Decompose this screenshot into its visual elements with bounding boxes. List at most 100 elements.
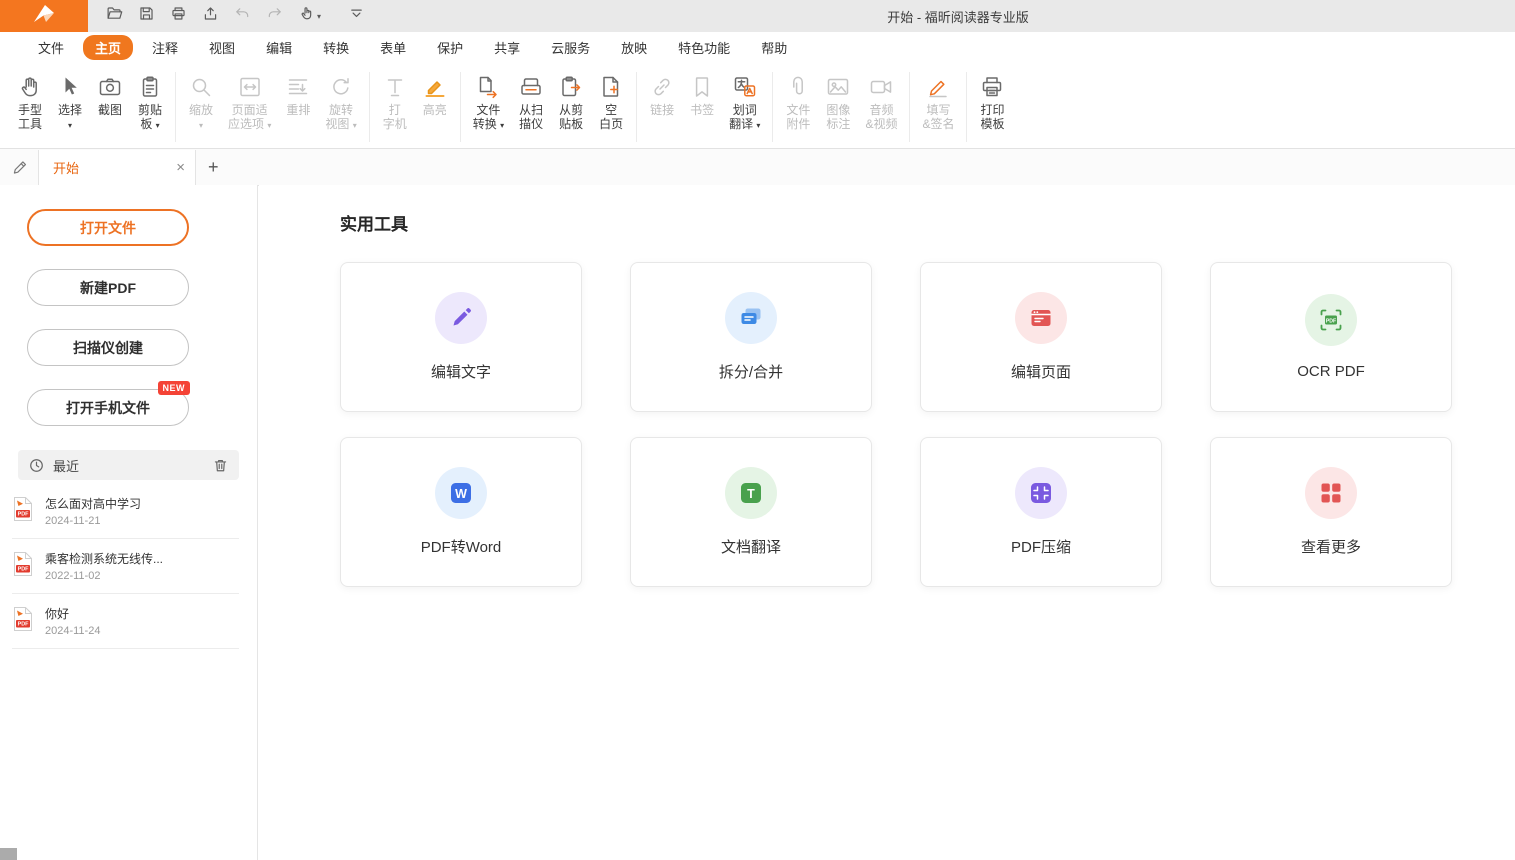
customize-toolbar-button[interactable] — [348, 5, 365, 27]
sidebar-button-new-pdf[interactable]: 新建PDF — [27, 269, 189, 306]
menu-tab-home[interactable]: 主页 — [83, 35, 133, 60]
ribbon-item-label: 从扫描仪 — [519, 103, 543, 131]
bookmark-icon — [689, 71, 715, 103]
tool-card-label: 查看更多 — [1301, 536, 1361, 557]
ribbon-from-scanner-button[interactable]: 从扫描仪 — [511, 69, 551, 133]
sidebar-button-scanner-create[interactable]: 扫描仪创建 — [27, 329, 189, 366]
ribbon-snapshot-button[interactable]: 截图 — [90, 69, 130, 119]
menu-tab-form[interactable]: 表单 — [368, 35, 418, 60]
window-title: 开始 - 福昕阅读器专业版 — [887, 7, 1029, 26]
tool-card-split-merge[interactable]: 拆分/合并 — [630, 262, 872, 412]
print-button[interactable] — [170, 5, 187, 27]
save-icon — [138, 5, 155, 27]
pencil-icon[interactable] — [0, 159, 38, 176]
recent-list: PDF 怎么面对高中学习 2024-11-21 PDF 乘客检测系统无线传... 2022… — [12, 484, 239, 649]
svg-text:PDF: PDF — [18, 566, 29, 572]
ribbon-audio-video-button: 音频&视频 — [858, 69, 904, 133]
foxit-logo-icon — [29, 3, 59, 30]
foxit-logo-button[interactable] — [0, 0, 88, 32]
recent-file-date: 2024-11-21 — [45, 515, 141, 527]
tool-card-ocr-pdf[interactable]: PDFOCR PDF — [1210, 262, 1452, 412]
menu-tab-cloud-services[interactable]: 云服务 — [539, 35, 602, 60]
recent-file-date: 2022-11-02 — [45, 570, 163, 582]
sidebar-button-label: 扫描仪创建 — [73, 338, 143, 358]
ribbon-translate-button[interactable]: 划词翻译 ▾ — [722, 69, 767, 135]
touch-mode-icon — [298, 5, 315, 27]
open-folder-button[interactable] — [106, 5, 123, 27]
select-icon — [57, 71, 83, 103]
recent-file-item[interactable]: PDF你好2024-11-24 — [12, 594, 239, 649]
menu-tab-protect[interactable]: 保护 — [425, 35, 475, 60]
ribbon-separator — [909, 72, 910, 142]
tool-card-pdf-to-word[interactable]: WPDF转Word — [340, 437, 582, 587]
ribbon-item-label: 图像标注 — [826, 103, 850, 131]
snapshot-icon — [97, 71, 123, 103]
ribbon-from-clipboard-button[interactable]: 从剪贴板 — [551, 69, 591, 133]
menu-tab-convert[interactable]: 转换 — [311, 35, 361, 60]
menu-tab-help[interactable]: 帮助 — [749, 35, 799, 60]
menu-tab-featured[interactable]: 特色功能 — [666, 35, 742, 60]
menu-tab-view[interactable]: 视图 — [197, 35, 247, 60]
hand-tool-icon — [17, 71, 43, 103]
menu-tab-edit[interactable]: 编辑 — [254, 35, 304, 60]
new-badge: NEW — [158, 381, 191, 395]
ribbon-blank-page-button[interactable]: 空白页 — [591, 69, 631, 133]
from-scanner-icon — [518, 71, 544, 103]
menu-tab-file[interactable]: 文件 — [26, 35, 76, 60]
ribbon-item-label: 空白页 — [599, 103, 623, 131]
ribbon-hand-tool-button[interactable]: 手型工具 — [10, 69, 50, 133]
blank-page-icon — [598, 71, 624, 103]
export-button[interactable] — [202, 5, 219, 27]
ribbon-clipboard-button[interactable]: 剪贴板 ▾ — [130, 69, 170, 135]
image-annotate-icon — [825, 71, 851, 103]
recent-file-info: 乘客检测系统无线传... 2022-11-02 — [45, 550, 163, 582]
ribbon-item-label: 旋转视图 ▾ — [325, 103, 356, 133]
recent-file-title: 乘客检测系统无线传... — [45, 550, 163, 567]
pdf-to-word-icon: W — [435, 467, 487, 519]
recent-file-title: 怎么面对高中学习 — [45, 495, 141, 512]
tool-card-doc-translate[interactable]: T文档翻译 — [630, 437, 872, 587]
recent-file-item[interactable]: PDF 乘客检测系统无线传... 2022-11-02 — [12, 539, 239, 594]
sidebar-button-open-mobile-file[interactable]: 打开手机文件NEW — [27, 389, 189, 426]
tool-card-edit-pages[interactable]: 编辑页面 — [920, 262, 1162, 412]
ribbon-item-label: 打字机 — [383, 103, 407, 131]
sidebar-button-open-file[interactable]: 打开文件 — [27, 209, 189, 246]
menu-tab-comment[interactable]: 注释 — [140, 35, 190, 60]
recent-file-item[interactable]: PDF怎么面对高中学习2024-11-21 — [12, 484, 239, 539]
ribbon-item-label: 链接 — [650, 103, 674, 117]
trash-icon[interactable] — [212, 457, 229, 474]
touch-mode-button[interactable]: ▾ — [298, 5, 321, 27]
new-tab-button[interactable]: + — [208, 158, 219, 176]
ribbon-select-button[interactable]: 选择▾ — [50, 69, 90, 135]
export-icon — [202, 5, 219, 27]
file-attach-icon — [785, 71, 811, 103]
doc-tab-start[interactable]: 开始 × — [38, 150, 196, 185]
ribbon-group-5: 链接书签划词翻译 ▾ — [642, 69, 767, 145]
tool-card-view-more[interactable]: 查看更多 — [1210, 437, 1452, 587]
tool-card-edit-text[interactable]: 编辑文字 — [340, 262, 582, 412]
translate-icon — [732, 71, 758, 103]
tool-card-label: PDF压缩 — [1011, 536, 1071, 557]
clock-icon — [28, 457, 45, 474]
tool-card-pdf-compress[interactable]: PDF压缩 — [920, 437, 1162, 587]
save-button[interactable] — [138, 5, 155, 27]
pdf-compress-icon — [1015, 467, 1067, 519]
ribbon-typewriter-button: 打字机 — [375, 69, 415, 133]
menu-tab-share[interactable]: 共享 — [482, 35, 532, 60]
recent-file-info: 怎么面对高中学习 2024-11-21 — [45, 495, 141, 527]
clipboard-icon — [137, 71, 163, 103]
ribbon-file-convert-button[interactable]: 文件转换 ▾ — [466, 69, 511, 135]
ribbon-print-template-button[interactable]: 打印模板 — [972, 69, 1012, 133]
sidebar-button-label: 打开手机文件 — [66, 398, 150, 418]
sidebar-button-label: 打开文件 — [80, 218, 136, 238]
sidebar-button-label: 新建PDF — [80, 278, 136, 298]
edit-pages-icon — [1015, 292, 1067, 344]
tab-close-icon[interactable]: × — [176, 160, 185, 175]
redo-icon — [266, 5, 283, 27]
menu-tab-present[interactable]: 放映 — [609, 35, 659, 60]
ribbon-item-label: 高亮 — [423, 103, 447, 117]
corner-fragment — [0, 848, 17, 860]
ribbon-separator — [460, 72, 461, 142]
zoom-icon — [188, 71, 214, 103]
ribbon-item-label: 截图 — [98, 103, 122, 117]
